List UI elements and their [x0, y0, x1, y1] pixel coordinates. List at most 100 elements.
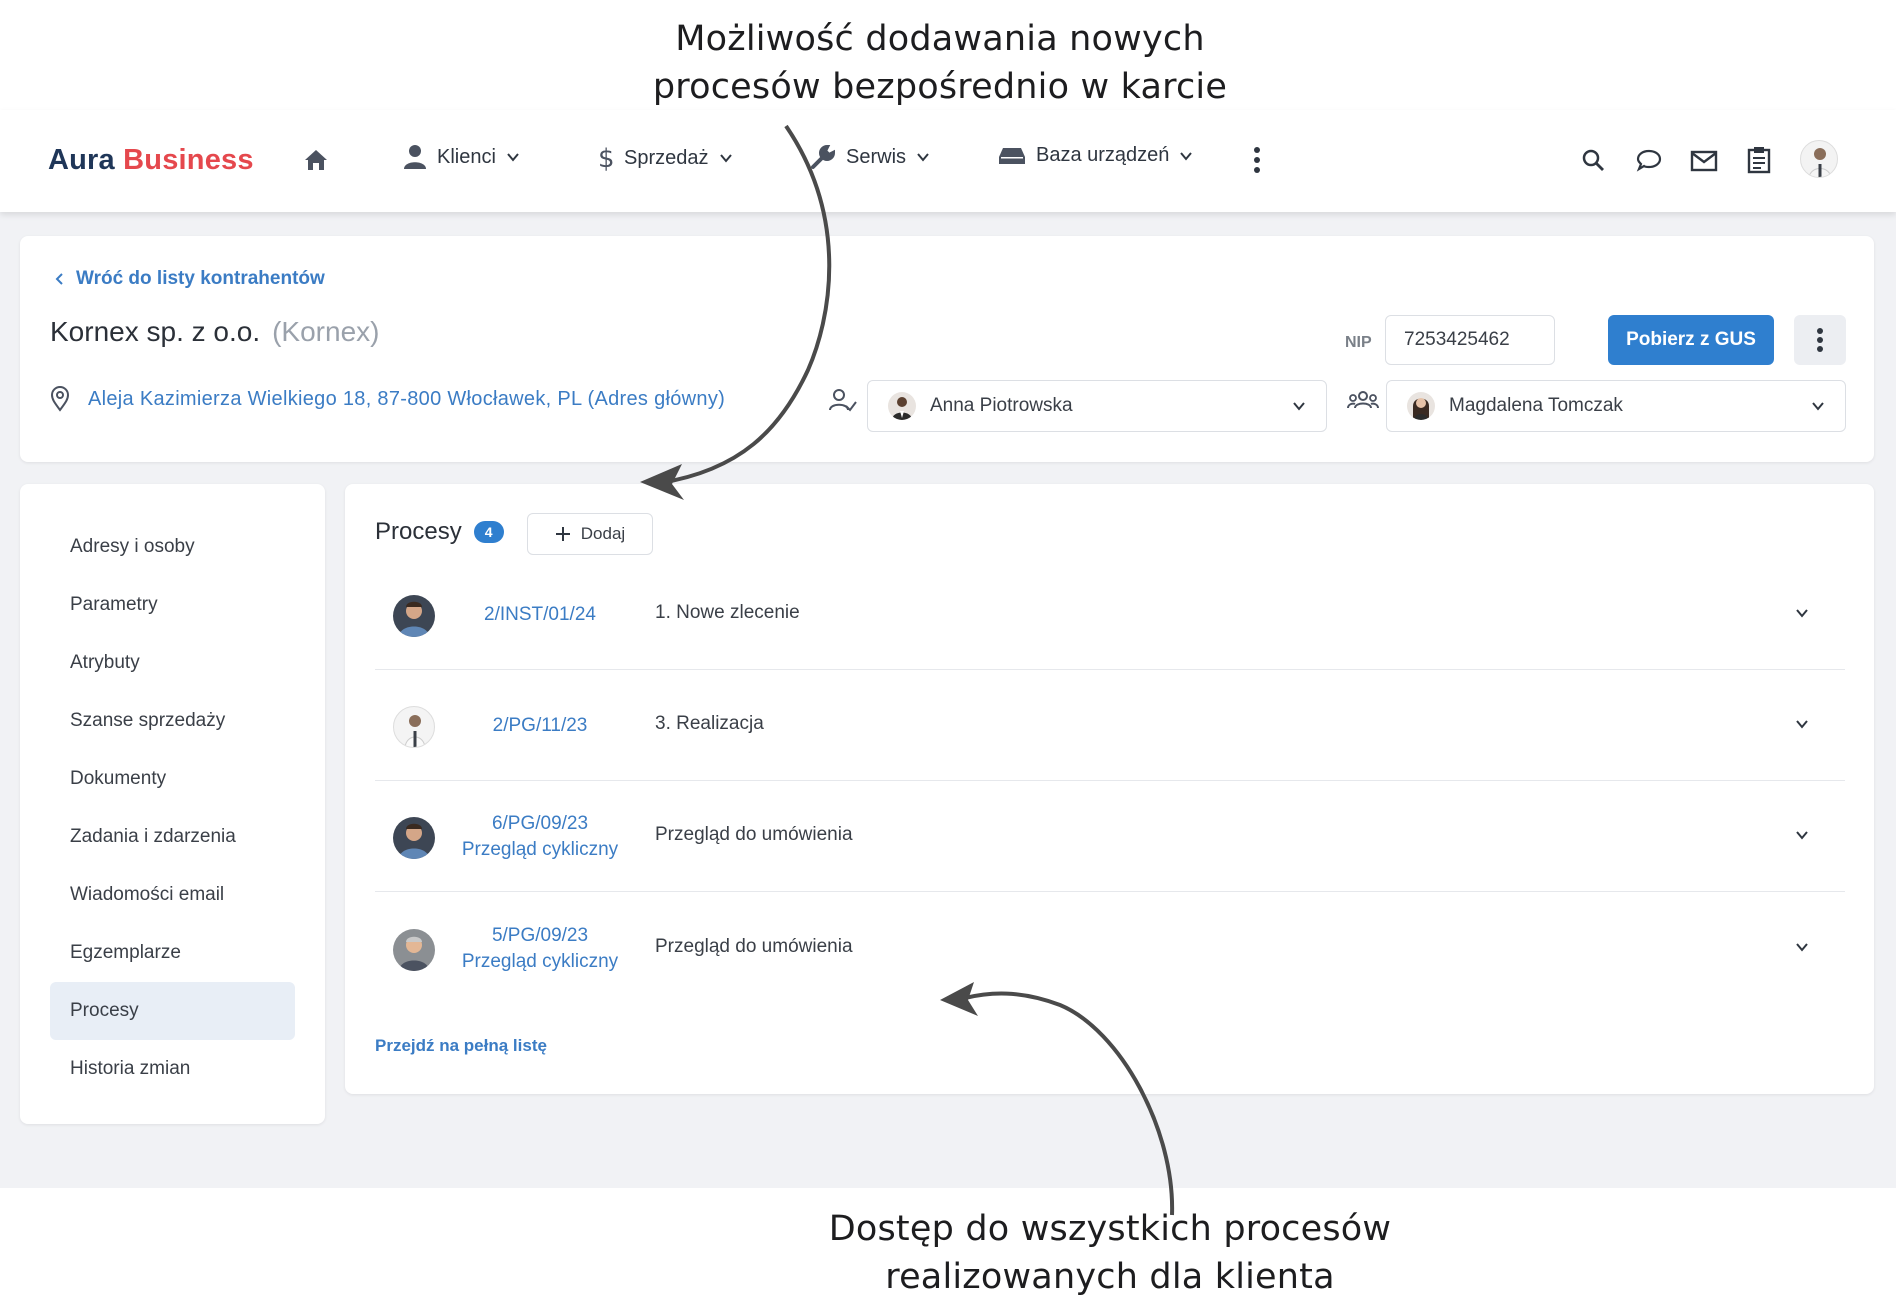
- chevron-down-icon[interactable]: [1795, 828, 1809, 842]
- nav-klienci[interactable]: Klienci: [403, 144, 520, 170]
- address-link[interactable]: Aleja Kazimierza Wielkiego 18, 87-800 Wł…: [50, 386, 725, 412]
- chevron-down-icon[interactable]: [1795, 606, 1809, 620]
- assigned-person-icon: [828, 388, 858, 419]
- mail-icon[interactable]: [1690, 150, 1718, 172]
- assignee-avatar: [393, 706, 435, 748]
- owner-select[interactable]: Anna Piotrowska: [867, 380, 1327, 432]
- location-pin-icon: [50, 386, 70, 412]
- clipboard-icon[interactable]: [1747, 146, 1771, 174]
- annotation-bottom-line-1: Dostęp do wszystkich procesów: [828, 1209, 1392, 1249]
- process-status: Przegląd do umówienia: [655, 824, 853, 845]
- assignee-avatar: [393, 817, 435, 859]
- sidebar-item-wiadomosci-email[interactable]: Wiadomości email: [50, 866, 295, 924]
- nav-klienci-label: Klienci: [437, 145, 496, 168]
- sidebar-item-szanse-sprzedazy[interactable]: Szanse sprzedaży: [50, 692, 295, 750]
- back-to-list-label: Wróć do listy kontrahentów: [76, 268, 325, 289]
- company-name: Kornex sp. z o.o.: [50, 316, 261, 347]
- process-code: 6/PG/09/23: [491, 813, 589, 834]
- chevron-down-icon: [1812, 402, 1824, 411]
- chevron-down-icon: [1293, 402, 1305, 411]
- address-text: Aleja Kazimierza Wielkiego 18, 87-800 Wł…: [88, 387, 726, 410]
- owner-avatar: [888, 392, 916, 420]
- process-row[interactable]: 2/PG/11/23 3. Realizacja: [375, 671, 1845, 781]
- back-to-list-link[interactable]: Wróć do listy kontrahentów: [54, 268, 325, 290]
- nav-sprzedaz-label: Sprzedaż: [624, 146, 709, 169]
- processes-panel: Procesy 4 Dodaj 2/INST/01/24 1. Nowe zle…: [345, 484, 1874, 1094]
- brand-logo[interactable]: Aura Business: [48, 144, 254, 177]
- brand-logo-part1: Aura: [48, 144, 115, 176]
- nip-input[interactable]: [1385, 315, 1555, 365]
- sidebar-item-parametry[interactable]: Parametry: [50, 576, 295, 634]
- team-member-name: Magdalena Tomczak: [1449, 395, 1623, 416]
- process-status: Przegląd do umówienia: [655, 936, 853, 957]
- processes-title: Procesy: [375, 518, 462, 545]
- process-status: 1. Nowe zlecenie: [655, 602, 800, 623]
- annotation-top-line-1: Możliwość dodawania nowych: [675, 19, 1205, 59]
- sidebar-item-atrybuty[interactable]: Atrybuty: [50, 634, 295, 692]
- assignee-avatar: [393, 595, 435, 637]
- process-code-link[interactable]: 2/PG/11/23: [445, 713, 635, 739]
- company-short-name: (Kornex): [272, 316, 380, 347]
- chevron-down-icon: [507, 153, 519, 162]
- user-icon: [404, 145, 426, 169]
- nav-baza-urzadzen[interactable]: Baza urządzeń: [998, 144, 1193, 167]
- search-icon[interactable]: [1581, 148, 1605, 172]
- nav-serwis[interactable]: Serwis: [810, 144, 930, 170]
- home-icon[interactable]: [303, 148, 329, 172]
- screenshot-canvas: Możliwość dodawania nowych procesów bezp…: [0, 0, 1896, 1300]
- chat-icon[interactable]: [1636, 148, 1662, 172]
- processes-heading: Procesy 4: [375, 518, 504, 546]
- annotation-top-line-2: procesów bezpośrednio w karcie: [652, 67, 1228, 107]
- chevron-down-icon: [1180, 151, 1193, 161]
- team-member-avatar: [1407, 392, 1435, 420]
- chevron-down-icon[interactable]: [1795, 940, 1809, 954]
- detail-sidebar: Adresy i osoby Parametry Atrybuty Szanse…: [20, 484, 325, 1124]
- add-process-label: Dodaj: [580, 524, 626, 543]
- process-code-link[interactable]: 6/PG/09/23 Przegląd cykliczny: [445, 811, 635, 863]
- more-vertical-icon: [1817, 328, 1823, 352]
- add-process-button[interactable]: Dodaj: [527, 513, 653, 555]
- process-status: 3. Realizacja: [655, 713, 764, 734]
- nav-sprzedaz[interactable]: $ Sprzedaż: [596, 144, 733, 172]
- sidebar-item-adresy-i-osoby[interactable]: Adresy i osoby: [50, 518, 295, 576]
- sidebar-item-egzemplarze[interactable]: Egzemplarze: [50, 924, 295, 982]
- nav-serwis-label: Serwis: [846, 145, 907, 168]
- processes-count-badge: 4: [473, 521, 504, 543]
- chevron-down-icon: [917, 153, 929, 162]
- full-list-link[interactable]: Przejdź na pełną listę: [375, 1036, 547, 1056]
- sidebar-item-zadania-i-zdarzenia[interactable]: Zadania i zdarzenia: [50, 808, 295, 866]
- process-code: 5/PG/09/23: [491, 925, 589, 946]
- brand-logo-part2: Business: [123, 144, 254, 176]
- dollar-icon: $: [598, 144, 614, 172]
- process-type: Przegląd cykliczny: [461, 839, 619, 860]
- annotation-top: Możliwość dodawania nowych procesów bezp…: [600, 15, 1280, 111]
- header-more-button[interactable]: [1794, 315, 1846, 365]
- sidebar-item-historia-zmian[interactable]: Historia zmian: [50, 1040, 295, 1098]
- svg-text:$: $: [598, 144, 614, 172]
- process-row[interactable]: 2/INST/01/24 1. Nowe zlecenie: [375, 560, 1845, 670]
- nip-label: NIP: [1345, 334, 1372, 351]
- app-window: Aura Business Klienci $ Sprzedaż Serwis: [0, 110, 1896, 1188]
- owner-name: Anna Piotrowska: [930, 395, 1073, 416]
- chevron-down-icon[interactable]: [1795, 717, 1809, 731]
- wrench-icon: [811, 144, 836, 169]
- sidebar-item-dokumenty[interactable]: Dokumenty: [50, 750, 295, 808]
- user-avatar[interactable]: [1800, 140, 1838, 178]
- process-code-link[interactable]: 5/PG/09/23 Przegląd cykliczny: [445, 923, 635, 975]
- nav-baza-urzadzen-label: Baza urządzeń: [1036, 144, 1170, 166]
- chevron-left-icon: [55, 273, 63, 285]
- annotation-bottom-line-2: realizowanych dla klienta: [885, 1257, 1335, 1297]
- contractor-header-card: Wróć do listy kontrahentów Kornex sp. z …: [20, 236, 1874, 462]
- device-icon: [999, 147, 1025, 164]
- sidebar-item-procesy[interactable]: Procesy: [50, 982, 295, 1040]
- team-select[interactable]: Magdalena Tomczak: [1386, 380, 1846, 432]
- process-row[interactable]: 6/PG/09/23 Przegląd cykliczny Przegląd d…: [375, 782, 1845, 892]
- assignee-avatar: [393, 929, 435, 971]
- more-vertical-icon[interactable]: [1253, 146, 1261, 174]
- process-type: Przegląd cykliczny: [461, 951, 619, 972]
- page-title: Kornex sp. z o.o. (Kornex): [50, 316, 379, 348]
- process-code-link[interactable]: 2/INST/01/24: [445, 602, 635, 628]
- team-icon: [1347, 388, 1379, 419]
- process-row[interactable]: 5/PG/09/23 Przegląd cykliczny Przegląd d…: [375, 894, 1845, 1004]
- fetch-from-gus-button[interactable]: Pobierz z GUS: [1608, 315, 1774, 365]
